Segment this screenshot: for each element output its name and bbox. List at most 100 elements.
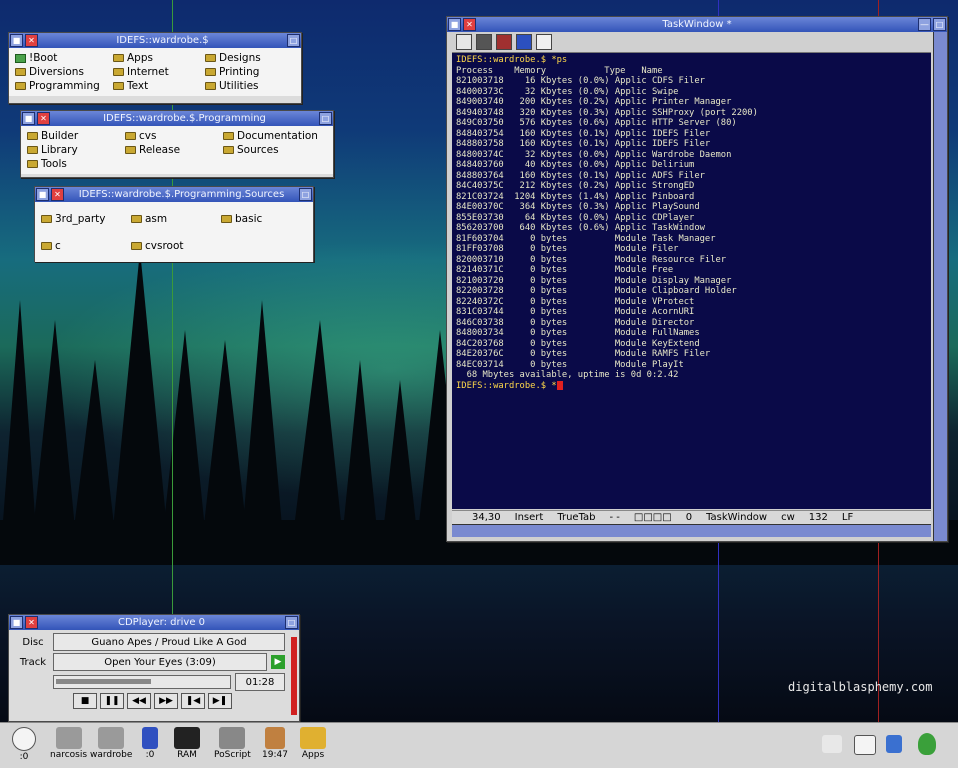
file-item[interactable]: Apps <box>113 52 199 64</box>
iconbar-volume[interactable] <box>822 735 842 753</box>
close-icon[interactable]: ✕ <box>25 616 38 629</box>
title-bar[interactable]: ■ ✕ CDPlayer: drive 0 □ <box>9 615 299 630</box>
previous-track-button[interactable]: ❚◀ <box>181 693 205 709</box>
file-item[interactable]: Library <box>27 144 119 156</box>
close-icon[interactable]: ✕ <box>25 34 38 47</box>
close-icon[interactable]: ✕ <box>37 112 50 125</box>
back-icon[interactable]: ■ <box>448 18 461 31</box>
iconbar-clock[interactable]: 19:47 <box>262 727 288 760</box>
title-bar[interactable]: ■ ✕ TaskWindow * ― □ <box>447 17 947 32</box>
file-item[interactable]: Printing <box>205 66 291 78</box>
process-row: 856203700 640 Kbytes (0.6%) Applic TaskW… <box>456 223 705 233</box>
stop-button[interactable]: ■ <box>73 693 97 709</box>
file-item[interactable]: cvsroot <box>131 233 215 258</box>
status-eol: LF <box>841 512 854 523</box>
file-item[interactable]: 3rd_party <box>41 206 125 231</box>
track-progress-bar[interactable] <box>53 675 231 689</box>
pause-button[interactable]: ❚❚ <box>100 693 124 709</box>
vertical-scrollbar[interactable] <box>933 32 947 541</box>
toggle-size-icon[interactable]: □ <box>299 188 312 201</box>
process-row: 81F603704 0 bytes Module Task Manager <box>456 233 716 244</box>
iconbar-cd-drive[interactable]: :0 <box>12 727 36 762</box>
window-title: TaskWindow * <box>662 19 732 30</box>
process-row: 82140371C 0 bytes Module Free <box>456 265 674 275</box>
volume-slider[interactable] <box>291 637 297 715</box>
progress-row: 01:28 <box>53 673 285 691</box>
back-icon[interactable]: ■ <box>36 188 49 201</box>
toggle-size-icon[interactable]: □ <box>287 34 300 47</box>
toggle-size-icon[interactable]: □ <box>319 112 332 125</box>
filer-window-programming[interactable]: ■ ✕ IDEFS::wardrobe.$.Programming □ Buil… <box>20 110 334 178</box>
track-field[interactable]: Open Your Eyes (3:09) <box>53 653 267 671</box>
terminal-output[interactable]: IDEFS::wardrobe.$ *ps Process Memory Type… <box>452 53 931 509</box>
toggle-size-icon[interactable]: □ <box>285 616 298 629</box>
cdplayer-body: Disc Guano Apes / Proud Like A God Track… <box>9 630 299 709</box>
save-icon[interactable] <box>536 34 552 50</box>
close-icon[interactable]: ✕ <box>463 18 476 31</box>
next-track-button[interactable]: ▶❚ <box>208 693 232 709</box>
file-item[interactable]: cvs <box>125 130 217 142</box>
iconise-icon[interactable]: ― <box>918 18 931 31</box>
terminal-prompt: IDEFS::wardrobe.$ *ps <box>456 55 568 65</box>
memory-footer: 68 Mbytes available, uptime is 0d 0:2.42 <box>456 370 679 380</box>
file-item[interactable]: Diversions <box>15 66 107 78</box>
process-row: 849003740 200 Kbytes (0.2%) Applic Print… <box>456 97 732 107</box>
file-item[interactable]: Tools <box>27 158 119 170</box>
close-icon[interactable]: ✕ <box>51 188 64 201</box>
file-item[interactable]: Documentation <box>223 130 323 142</box>
folder-icon <box>41 214 52 223</box>
checkbox-icon[interactable] <box>516 34 532 50</box>
status-count: 0 <box>685 512 693 523</box>
title-bar[interactable]: ■ ✕ IDEFS::wardrobe.$.Programming □ <box>21 111 333 126</box>
file-item[interactable]: asm <box>131 206 215 231</box>
title-bar[interactable]: ■ ✕ IDEFS::wardrobe.$ □ <box>9 33 301 48</box>
filer-window-sources[interactable]: ■ ✕ IDEFS::wardrobe.$.Programming.Source… <box>34 186 314 262</box>
iconbar-floppy[interactable]: :0 <box>142 727 158 760</box>
file-item[interactable]: Utilities <box>205 80 291 92</box>
process-row: 831C03744 0 bytes Module AcornURI <box>456 307 695 317</box>
back-icon[interactable]: ■ <box>10 34 23 47</box>
iconbar-net-wardrobe[interactable]: wardrobe <box>90 727 132 760</box>
horizontal-scrollbar[interactable] <box>452 524 931 537</box>
disc-field[interactable]: Guano Apes / Proud Like A God <box>53 633 285 651</box>
rewind-button[interactable]: ◀◀ <box>127 693 151 709</box>
iconbar-net-narcosis[interactable]: narcosis <box>50 727 87 760</box>
file-item[interactable]: Designs <box>205 52 291 64</box>
file-item[interactable]: Programming <box>15 80 107 92</box>
text-cursor <box>556 380 563 390</box>
file-item[interactable]: Text <box>113 80 199 92</box>
iconbar-apps[interactable]: Apps <box>300 727 326 760</box>
file-item[interactable]: Sources <box>223 144 323 156</box>
window-title: IDEFS::wardrobe.$.Programming <box>103 113 266 124</box>
process-row: 821003718 16 Kbytes (0.0%) Applic CDFS F… <box>456 76 705 86</box>
fast-forward-button[interactable]: ▶▶ <box>154 693 178 709</box>
file-item[interactable]: basic <box>221 206 291 231</box>
file-item[interactable]: Internet <box>113 66 199 78</box>
folder-icon <box>221 214 232 223</box>
title-bar[interactable]: ■ ✕ IDEFS::wardrobe.$.Programming.Source… <box>35 187 313 202</box>
info-icon[interactable] <box>456 34 472 50</box>
track-menu-icon[interactable]: ▶ <box>271 655 285 669</box>
file-item[interactable]: !Boot <box>15 52 107 64</box>
file-item[interactable]: Builder <box>27 130 119 142</box>
track-label: Track <box>19 656 47 668</box>
file-item[interactable]: Release <box>125 144 217 156</box>
process-row: 84C40375C 212 Kbytes (0.2%) Applic Stron… <box>456 181 695 191</box>
file-item[interactable]: c <box>41 233 125 258</box>
file-grid: Builder cvs Documentation Library Releas… <box>21 126 333 174</box>
list-icon[interactable] <box>476 34 492 50</box>
books-icon[interactable] <box>496 34 512 50</box>
process-row: 848403760 40 Kbytes (0.0%) Applic Deliri… <box>456 160 695 170</box>
toggle-size-icon[interactable]: □ <box>933 18 946 31</box>
filer-window-root[interactable]: ■ ✕ IDEFS::wardrobe.$ □ !Boot Apps Desig… <box>8 32 302 104</box>
window-title: CDPlayer: drive 0 <box>117 617 206 628</box>
terminal-prompt-current: IDEFS::wardrobe.$ * <box>456 380 927 392</box>
iconbar-task-manager[interactable] <box>886 735 902 753</box>
cdplayer-window[interactable]: ■ ✕ CDPlayer: drive 0 □ Disc Guano Apes … <box>8 614 300 722</box>
iconbar-postscript[interactable]: PoScript <box>214 727 251 760</box>
iconbar-switcher[interactable] <box>854 735 876 755</box>
back-icon[interactable]: ■ <box>10 616 23 629</box>
iconbar-ram[interactable]: RAM <box>174 727 200 760</box>
back-icon[interactable]: ■ <box>22 112 35 125</box>
iconbar-acorn[interactable] <box>918 733 936 755</box>
